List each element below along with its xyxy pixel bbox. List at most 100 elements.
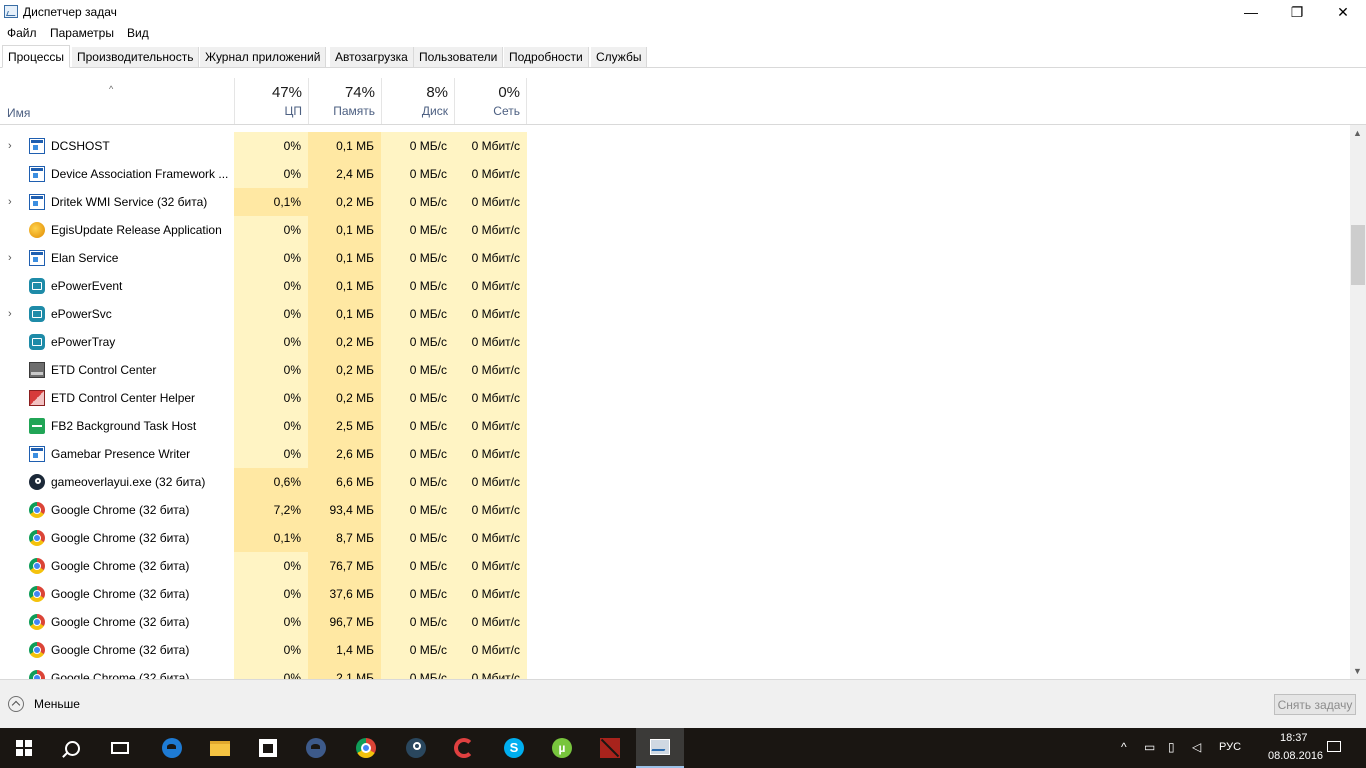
task-view-button[interactable] (96, 728, 144, 768)
process-disk: 0 МБ/с (409, 503, 447, 517)
column-name[interactable]: Имя (7, 106, 30, 120)
utorrent-button[interactable]: µ (538, 728, 586, 768)
menu-file[interactable]: Файл (7, 26, 37, 40)
scroll-thumb[interactable] (1351, 225, 1365, 285)
clock-date[interactable]: 08.08.2016 (1268, 750, 1323, 762)
action-center-icon[interactable] (1327, 741, 1341, 752)
column-cpu[interactable]: 47% ЦП (234, 78, 308, 124)
tab-app-history[interactable]: Журнал приложений (200, 47, 327, 67)
tray-chevron-icon[interactable]: ^ (1121, 740, 1127, 754)
process-row[interactable]: Gamebar Presence Writer 0% 2,6 МБ 0 МБ/с 0 М… (0, 440, 1350, 468)
close-button[interactable]: ✕ (1320, 0, 1366, 24)
process-cpu: 0,1% (273, 195, 301, 209)
window-icon (29, 446, 45, 462)
utorrent-icon: µ (552, 738, 572, 758)
expand-chevron-icon[interactable]: › (8, 196, 12, 208)
tab-services[interactable]: Службы (591, 47, 648, 67)
store-button[interactable] (244, 728, 292, 768)
column-network[interactable]: 0% Сеть (454, 78, 527, 124)
maximize-button[interactable]: ❐ (1274, 0, 1320, 24)
app-icon (306, 738, 326, 758)
process-cpu: 7,2% (273, 503, 301, 517)
process-row[interactable]: Google Chrome (32 бита) 0,1% 8,7 МБ 0 МБ/с 0… (0, 524, 1350, 552)
process-cpu: 0% (283, 139, 301, 153)
dota2-button[interactable] (586, 728, 634, 768)
volume-icon[interactable]: ◁ (1192, 740, 1201, 754)
process-row[interactable]: ETD Control Center Helper 0% 0,2 МБ 0 МБ/с 0… (0, 384, 1350, 412)
ccleaner-button[interactable] (440, 728, 488, 768)
start-button[interactable] (0, 728, 48, 768)
process-disk: 0 МБ/с (409, 251, 447, 265)
process-name: ETD Control Center Helper (51, 391, 196, 405)
process-row[interactable]: ePowerTray 0% 0,2 МБ 0 МБ/с 0 Мбит/с (0, 328, 1350, 356)
expand-chevron-icon[interactable]: › (8, 252, 12, 264)
skype-button[interactable]: S (490, 728, 538, 768)
process-network: 0 Мбит/с (471, 615, 520, 629)
start-icon (16, 740, 32, 756)
process-row[interactable]: Google Chrome (32 бита) 7,2% 93,4 МБ 0 МБ/с… (0, 496, 1350, 524)
process-cpu: 0% (283, 419, 301, 433)
network-total-percent: 0% (498, 84, 520, 101)
clock-time[interactable]: 18:37 (1280, 732, 1308, 744)
process-row[interactable]: › ePowerSvc 0% 0,1 МБ 0 МБ/с 0 Мбит/с (0, 300, 1350, 328)
file-explorer-button[interactable] (196, 728, 244, 768)
process-row[interactable]: ETD Control Center 0% 0,2 МБ 0 МБ/с 0 Мбит/с (0, 356, 1350, 384)
tab-details[interactable]: Подробности (504, 47, 589, 67)
app-button[interactable] (292, 728, 340, 768)
process-row[interactable]: Google Chrome (32 бита) 0% 37,6 МБ 0 МБ/с 0 … (0, 580, 1350, 608)
process-row[interactable]: Device Association Framework ... 0% 2,4 МБ… (0, 160, 1350, 188)
process-row[interactable]: FB2 Background Task Host 0% 2,5 МБ 0 МБ/с 0 … (0, 412, 1350, 440)
scroll-down-icon[interactable]: ▼ (1353, 666, 1362, 676)
vertical-scrollbar[interactable]: ▲ ▼ (1350, 125, 1366, 679)
input-language[interactable]: РУС (1219, 741, 1241, 753)
cpu-total-percent: 47% (271, 84, 302, 101)
taskbar: S µ ^ ▭ ▯ ◁ РУС 18:37 08.08.2016 (0, 728, 1366, 768)
process-network: 0 Мбит/с (471, 335, 520, 349)
process-list: › DCSHOST 0% 0,1 МБ 0 МБ/с 0 Мбит/с Device Ass… (0, 132, 1350, 679)
steam-button[interactable] (392, 728, 440, 768)
process-name: ePowerTray (51, 335, 116, 349)
edge-button[interactable] (148, 728, 196, 768)
column-disk[interactable]: 8% Диск (381, 78, 454, 124)
process-network: 0 Мбит/с (471, 363, 520, 377)
task-manager-taskbar-button[interactable] (636, 728, 684, 768)
window-title: Диспетчер задач (23, 5, 117, 19)
process-row[interactable]: › Elan Service 0% 0,1 МБ 0 МБ/с 0 Мбит/с (0, 244, 1350, 272)
tab-processes[interactable]: Процессы (2, 45, 71, 68)
process-disk: 0 МБ/с (409, 587, 447, 601)
process-network: 0 Мбит/с (471, 391, 520, 405)
minimize-button[interactable]: — (1228, 0, 1274, 24)
expand-chevron-icon[interactable]: › (8, 308, 12, 320)
network-icon[interactable]: ▯ (1168, 740, 1175, 754)
process-row[interactable]: EgisUpdate Release Application 0% 0,1 МБ 0 … (0, 216, 1350, 244)
menu-options[interactable]: Параметры (50, 26, 114, 40)
process-name: Google Chrome (32 бита) (51, 559, 190, 573)
menu-view[interactable]: Вид (127, 26, 149, 40)
process-row[interactable]: ePowerEvent 0% 0,1 МБ 0 МБ/с 0 Мбит/с (0, 272, 1350, 300)
epower-icon (29, 278, 45, 294)
process-row[interactable]: gameoverlayui.exe (32 бита) 0,6% 6,6 МБ 0 М… (0, 468, 1350, 496)
process-row[interactable]: Google Chrome (32 бита) 0% 96,7 МБ 0 МБ/с 0 … (0, 608, 1350, 636)
disk-label: Диск (421, 104, 448, 118)
process-row[interactable]: › Dritek WMI Service (32 бита) 0,1% 0,2 МБ 0… (0, 188, 1350, 216)
fewer-details-link[interactable]: Меньше (34, 697, 80, 711)
scroll-up-icon[interactable]: ▲ (1353, 128, 1362, 138)
chrome-icon (29, 586, 45, 602)
search-button[interactable] (48, 728, 96, 768)
tab-startup[interactable]: Автозагрузка (330, 47, 414, 67)
battery-icon[interactable]: ▭ (1144, 740, 1155, 754)
chevron-up-icon[interactable] (8, 696, 24, 712)
expand-chevron-icon[interactable]: › (8, 140, 12, 152)
process-row[interactable]: Google Chrome (32 бита) 0% 1,4 МБ 0 МБ/с 0 М… (0, 636, 1350, 664)
process-name: ePowerSvc (51, 307, 112, 321)
chrome-button[interactable] (342, 728, 390, 768)
tab-users[interactable]: Пользователи (414, 47, 504, 67)
steam-icon (29, 474, 45, 490)
column-memory[interactable]: 74% Память (308, 78, 381, 124)
end-task-button[interactable]: Снять задачу (1274, 694, 1356, 715)
tab-performance[interactable]: Производительность (72, 47, 200, 67)
process-row[interactable]: Google Chrome (32 бита) 0% 2,1 МБ 0 МБ/с 0 М… (0, 664, 1350, 679)
process-disk: 0 МБ/с (409, 391, 447, 405)
process-row[interactable]: › DCSHOST 0% 0,1 МБ 0 МБ/с 0 Мбит/с (0, 132, 1350, 160)
process-row[interactable]: Google Chrome (32 бита) 0% 76,7 МБ 0 МБ/с 0 … (0, 552, 1350, 580)
